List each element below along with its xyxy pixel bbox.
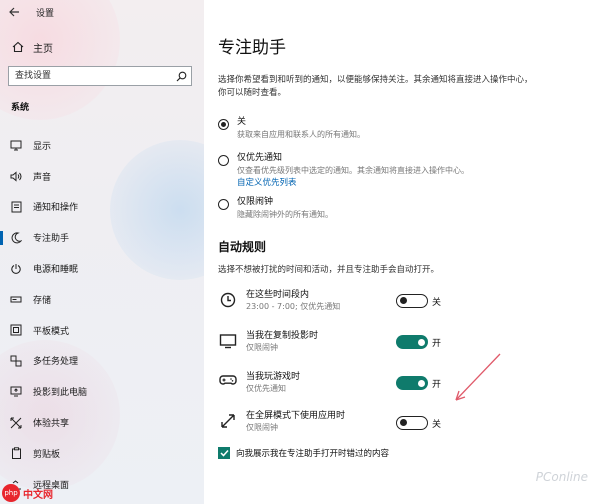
page-title: 专注助手 <box>218 38 286 58</box>
projecting-icon <box>9 386 23 397</box>
sidebar-item-label: 声音 <box>33 172 52 183</box>
automatic-rules-title: 自动规则 <box>218 240 267 254</box>
sidebar-home[interactable]: 主页 <box>0 36 204 58</box>
rule-toggle-fullscreen[interactable] <box>396 416 428 430</box>
rule-toggle-duplicating[interactable] <box>396 335 428 349</box>
page-description: 选择你希望看到和听到的通知，以便能够保持关注。其余通知将直接进入操作中心，你可以… <box>218 75 533 98</box>
sidebar-item-label: 电源和睡眠 <box>33 265 79 276</box>
search-input[interactable] <box>9 67 171 85</box>
monitor-icon <box>218 333 238 360</box>
app-title: 设置 <box>36 8 55 19</box>
sidebar-item-label: 专注助手 <box>33 234 70 245</box>
sidebar-item-label: 投影到此电脑 <box>33 388 88 399</box>
rule-subtitle: 仅限闹钟 <box>246 343 278 352</box>
sidebar-item-label: 剪贴板 <box>33 449 61 460</box>
display-icon <box>9 140 23 151</box>
clipboard-icon <box>9 447 23 460</box>
radio-button[interactable] <box>218 155 229 166</box>
section-label-system: 系统 <box>11 103 30 113</box>
sidebar-item-notifications[interactable]: 通知和操作 <box>0 192 204 223</box>
sidebar-item-storage[interactable]: 存储 <box>0 284 204 315</box>
sidebar-nav: 显示 声音 通知和操作 专注助手 电源和睡眠 存储 平板模式 多任务处理 投影到… <box>0 130 204 500</box>
automatic-rules-description: 选择不想被打扰的时间和活动，并且专注助手会自动打开。 <box>218 265 440 275</box>
show-missed-checkbox[interactable] <box>218 447 230 459</box>
focus-mode-radio-group: 关 获取来自应用和联系人的所有通知。 仅优先通知 仅查看优先级列表中选定的通知。… <box>218 116 518 230</box>
sidebar-item-sound[interactable]: 声音 <box>0 161 204 192</box>
radio-label: 仅限闹钟 <box>237 197 274 207</box>
rule-title[interactable]: 当我在复制投影时 <box>246 330 318 342</box>
title-bar: 设置 <box>0 0 204 24</box>
home-icon <box>11 41 25 53</box>
fullscreen-icon <box>218 413 238 440</box>
focus-assist-icon <box>9 232 23 244</box>
sidebar-item-projecting[interactable]: 投影到此电脑 <box>0 376 204 407</box>
radio-option-priority-only[interactable]: 仅优先通知 仅查看优先级列表中选定的通知。其余通知将直接进入操作中心。 自定义优… <box>218 152 518 196</box>
sidebar-item-power[interactable]: 电源和睡眠 <box>0 253 204 284</box>
sound-icon <box>9 171 23 182</box>
toggle-state-label: 开 <box>432 380 442 390</box>
sidebar-item-label: 平板模式 <box>33 326 70 337</box>
rule-subtitle: 23:00 - 7:00; 仅优先通知 <box>246 302 341 311</box>
watermark-text: 中文网 <box>23 489 53 501</box>
toggle-state-label: 关 <box>432 298 442 308</box>
sidebar-item-label: 通知和操作 <box>33 203 79 214</box>
radio-description: 仅查看优先级列表中选定的通知。其余通知将直接进入操作中心。 <box>237 166 469 175</box>
rule-title[interactable]: 在这些时间段内 <box>246 289 340 301</box>
back-arrow-icon <box>8 7 19 17</box>
sidebar-item-label: 多任务处理 <box>33 357 79 368</box>
show-missed-checkbox-row[interactable]: 向我展示我在专注助手打开时错过的内容 <box>218 447 389 459</box>
sidebar-item-label: 体验共享 <box>33 419 70 430</box>
sidebar-item-label: 存储 <box>33 295 52 306</box>
notifications-icon <box>9 201 23 213</box>
main-content: 专注助手 选择你希望看到和听到的通知，以便能够保持关注。其余通知将直接进入操作中… <box>204 0 600 504</box>
sidebar-item-tablet[interactable]: 平板模式 <box>0 315 204 346</box>
search-icon[interactable] <box>171 71 191 82</box>
sidebar: 设置 主页 系统 显示 声音 通知和操作 专注助手 <box>0 0 204 504</box>
radio-button[interactable] <box>218 119 229 130</box>
customize-priority-list-link[interactable]: 自定义优先列表 <box>237 177 469 190</box>
clock-icon <box>218 292 238 319</box>
show-missed-label: 向我展示我在专注助手打开时错过的内容 <box>236 449 390 459</box>
sidebar-item-clipboard[interactable]: 剪贴板 <box>0 438 204 469</box>
toggle-state-label: 关 <box>432 420 442 430</box>
home-label: 主页 <box>33 43 53 55</box>
rule-toggle-times[interactable] <box>396 294 428 308</box>
search-box[interactable] <box>8 66 192 86</box>
toggle-state-label: 开 <box>432 339 442 349</box>
watermark-logo: php <box>2 484 20 502</box>
sidebar-item-shared-experiences[interactable]: 体验共享 <box>0 407 204 438</box>
sidebar-item-label: 显示 <box>33 141 52 152</box>
radio-description: 获取来自应用和联系人的所有通知。 <box>237 130 365 139</box>
rule-title[interactable]: 在全屏模式下使用应用时 <box>246 410 345 422</box>
radio-option-alarms-only[interactable]: 仅限闹钟 隐藏除闹钟外的所有通知。 <box>218 196 518 230</box>
rule-toggle-gaming[interactable] <box>396 376 428 390</box>
annotation-arrow-icon <box>455 353 501 401</box>
watermark-php: php 中文网 <box>0 482 60 504</box>
radio-description: 隐藏除闹钟外的所有通知。 <box>237 210 333 219</box>
sidebar-item-multitasking[interactable]: 多任务处理 <box>0 346 204 377</box>
gamepad-icon <box>218 374 238 401</box>
shared-experiences-icon <box>9 417 23 429</box>
rule-title[interactable]: 当我玩游戏时 <box>246 371 300 383</box>
radio-label: 仅优先通知 <box>237 153 283 163</box>
sidebar-item-display[interactable]: 显示 <box>0 130 204 161</box>
power-icon <box>9 263 23 275</box>
storage-icon <box>9 294 23 304</box>
rule-subtitle: 仅优先通知 <box>246 384 286 393</box>
radio-label: 关 <box>237 117 247 127</box>
multitasking-icon <box>9 355 23 367</box>
back-button[interactable] <box>0 0 28 24</box>
sidebar-item-focus-assist[interactable]: 专注助手 <box>0 222 204 253</box>
rule-subtitle: 仅限闹钟 <box>246 423 278 432</box>
tablet-icon <box>9 324 23 336</box>
radio-button[interactable] <box>218 199 229 210</box>
watermark-pconline: PConline <box>535 470 588 484</box>
checkmark-icon <box>219 449 229 457</box>
radio-option-off[interactable]: 关 获取来自应用和联系人的所有通知。 <box>218 116 518 152</box>
